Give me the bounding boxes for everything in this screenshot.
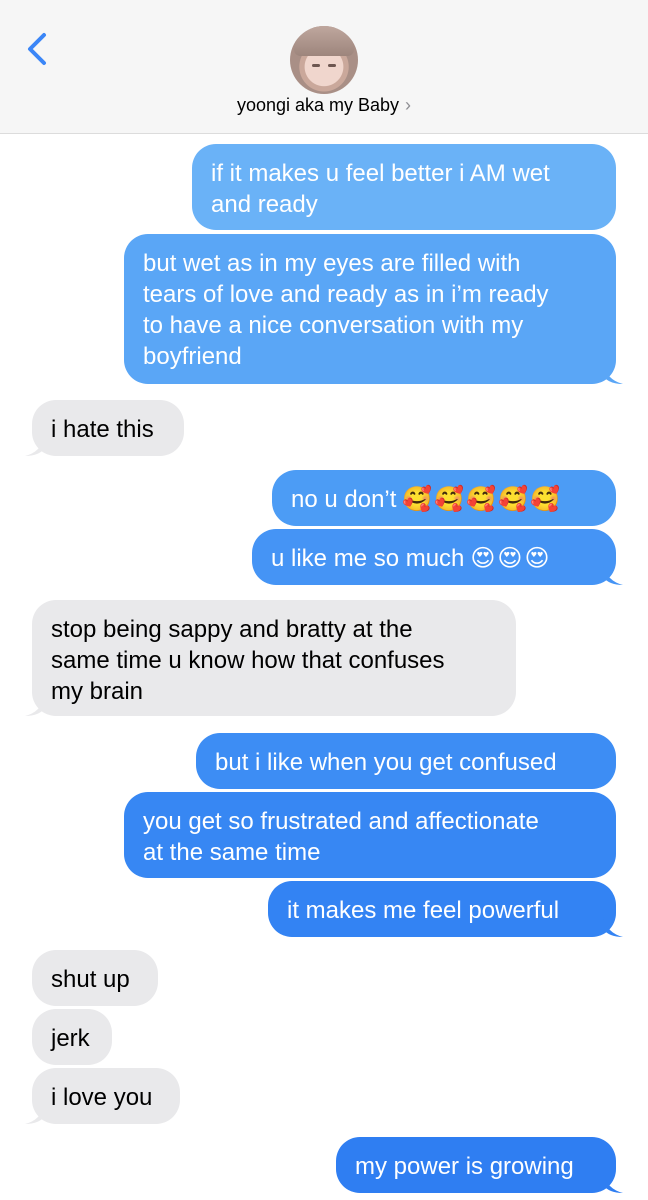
message-text: i hate this xyxy=(51,416,154,443)
message-bubble-received[interactable]: jerk xyxy=(32,1009,112,1065)
message-text: but i like when you get confused xyxy=(215,749,557,776)
message-text: stop being sappy and bratty at the same … xyxy=(51,616,445,705)
message-text: jerk xyxy=(51,1025,90,1052)
contact-name: yoongi aka my Baby xyxy=(236,95,400,115)
message-bubble-received[interactable]: shut up xyxy=(32,950,158,1006)
message-bubble-received[interactable]: i hate this xyxy=(25,400,184,456)
message-bubble-sent[interactable]: if it makes u feel better i AM wet and r… xyxy=(192,144,616,230)
bubble-tail xyxy=(25,1104,45,1124)
back-button[interactable] xyxy=(22,30,54,70)
message-text: you get so frustrated and affectionate a… xyxy=(143,808,539,866)
message-bubble-sent[interactable]: but i like when you get confused xyxy=(196,733,616,789)
conversation-header: yoongi aka my Baby › xyxy=(0,0,648,134)
emoji-smiling-hearts: 🥰🥰🥰🥰🥰 xyxy=(402,486,562,513)
message-text: u like me so much xyxy=(271,545,465,572)
message-text: it makes me feel powerful xyxy=(287,897,560,924)
message-bubble-received[interactable]: i love you xyxy=(25,1068,180,1124)
bubble-tail xyxy=(603,364,623,384)
message-text: shut up xyxy=(51,966,130,993)
message-bubble-sent[interactable]: it makes me feel powerful xyxy=(268,881,623,937)
chevron-left-icon xyxy=(28,33,46,65)
message-bubble-sent[interactable]: but wet as in my eyes are filled with te… xyxy=(124,234,623,384)
chevron-right-icon: › xyxy=(405,95,412,115)
message-bubble-sent[interactable]: my power is growing xyxy=(336,1137,623,1193)
bubble-tail xyxy=(603,917,623,937)
message-text: i love you xyxy=(51,1084,153,1111)
bubble-tail xyxy=(25,436,45,456)
message-text: my power is growing xyxy=(355,1153,574,1180)
message-text: no u don’t xyxy=(291,486,397,513)
message-text: if it makes u feel better i AM wet and r… xyxy=(211,160,550,218)
message-bubble-sent[interactable]: no u don’t 🥰🥰🥰🥰🥰 xyxy=(272,470,616,526)
bubble-tail xyxy=(25,696,45,716)
contact-avatar[interactable] xyxy=(290,26,358,94)
bubble-tail xyxy=(603,565,623,585)
message-bubble-sent[interactable]: you get so frustrated and affectionate a… xyxy=(124,792,616,878)
message-bubble-sent[interactable]: u like me so much 😍😍😍 xyxy=(252,529,623,585)
message-text: but wet as in my eyes are filled with te… xyxy=(143,250,549,370)
bubble-tail xyxy=(603,1173,623,1193)
message-bubble-received[interactable]: stop being sappy and bratty at the same … xyxy=(25,600,516,716)
contact-name-button[interactable]: yoongi aka my Baby › xyxy=(0,95,648,116)
emoji-heart-eyes: 😍😍😍 xyxy=(470,545,552,572)
